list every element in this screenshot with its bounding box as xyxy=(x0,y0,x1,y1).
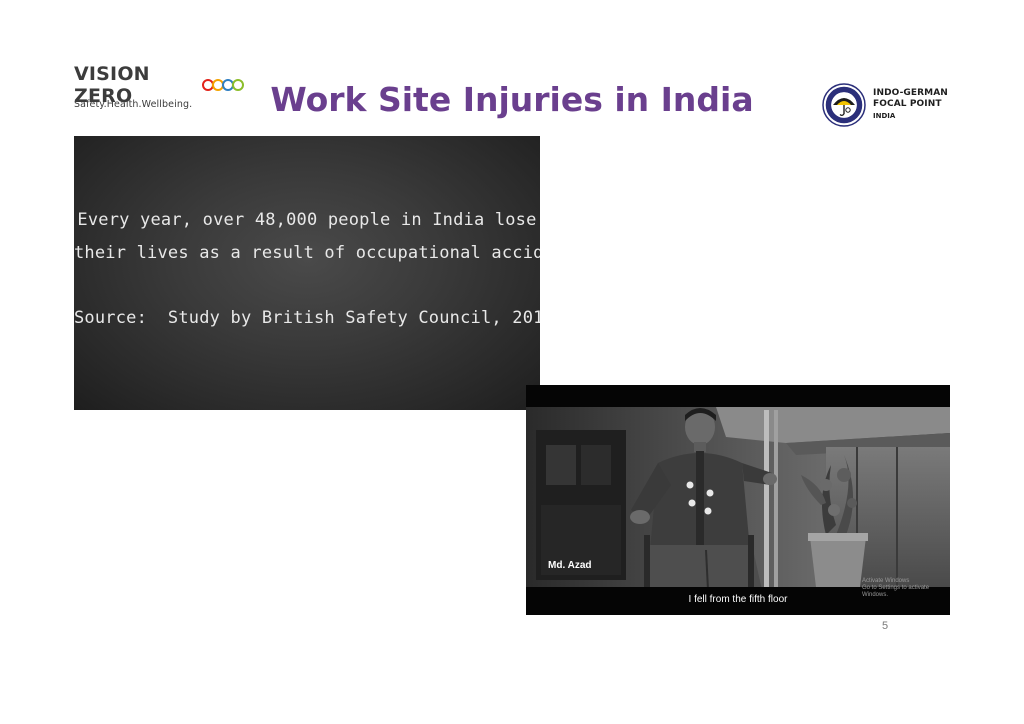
indo-german-focal-point-logo: INDO-GERMAN FOCAL POINT INDIA xyxy=(822,82,962,128)
indo-german-label: INDO-GERMAN xyxy=(873,88,948,98)
india-label: INDIA xyxy=(873,112,896,120)
statistic-line-2: their lives as a result of occupational … xyxy=(74,243,540,263)
indo-german-seal-icon xyxy=(822,83,866,127)
statistic-video-still: Every year, over 48,000 people in India … xyxy=(74,136,540,410)
focal-point-label: FOCAL POINT xyxy=(873,99,942,109)
page-number: 5 xyxy=(882,620,889,632)
speaker-name-caption: Md. Azad xyxy=(548,560,592,571)
statistic-source: Source: Study by British Safety Council,… xyxy=(74,308,540,328)
video-subtitle: I fell from the fifth floor xyxy=(688,594,788,605)
interview-video-still: Md. Azad Activate Windows Go to Settings … xyxy=(526,385,950,615)
slide-title-text: Work Site Injuries in India xyxy=(270,80,754,119)
statistic-line-1: Every year, over 48,000 people in India … xyxy=(77,210,537,230)
